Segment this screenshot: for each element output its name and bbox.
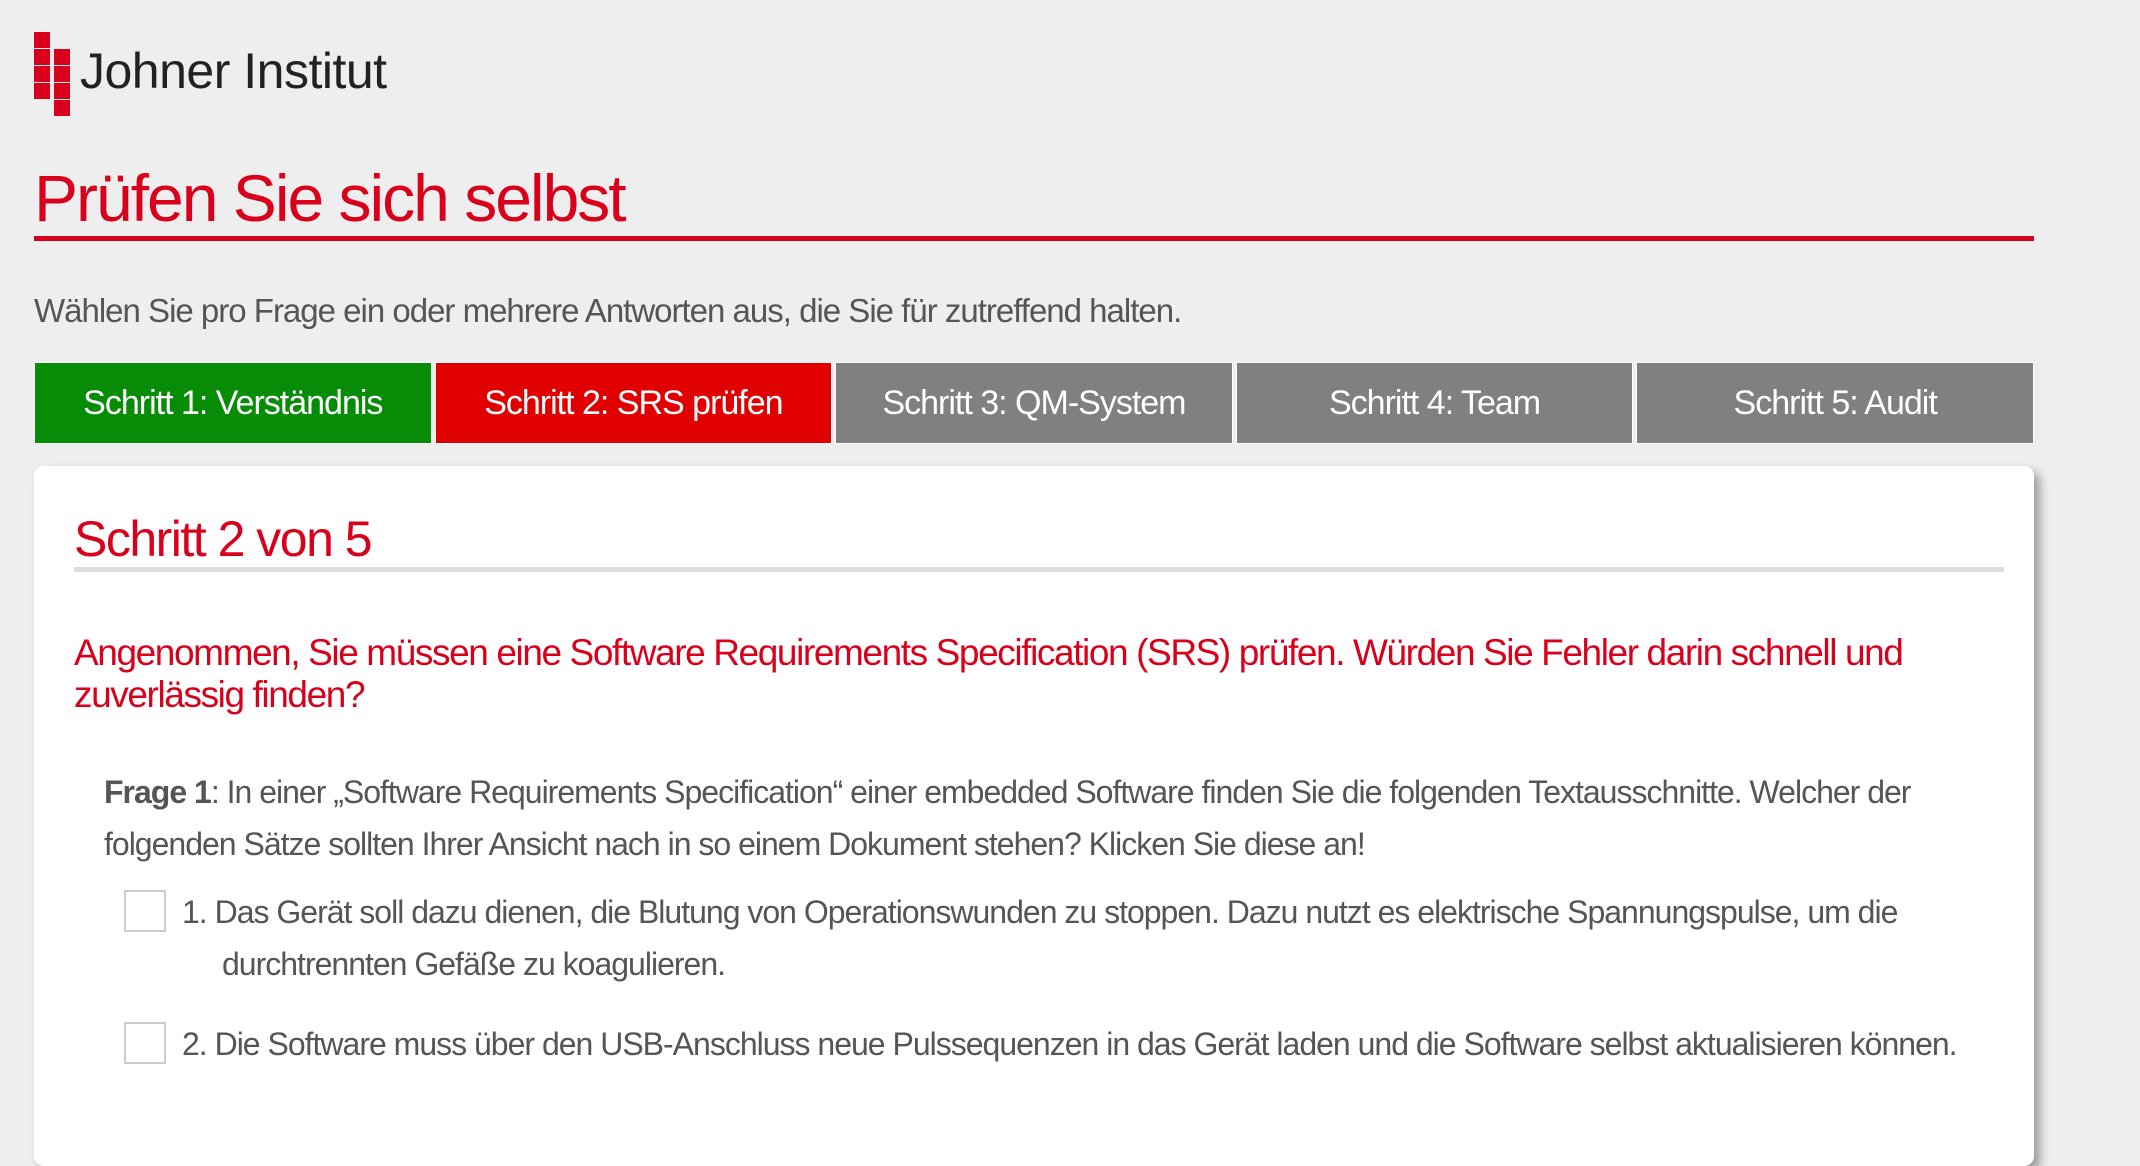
title-divider bbox=[34, 236, 2034, 241]
answer-option-2[interactable]: 2. Die Software muss über den USB-Anschl… bbox=[124, 1018, 2042, 1070]
step-tab-5[interactable]: Schritt 5: Audit bbox=[1636, 362, 2034, 444]
answer-option-1-checkbox[interactable] bbox=[124, 890, 166, 932]
step-tab-4[interactable]: Schritt 4: Team bbox=[1235, 362, 1634, 444]
question-1: Frage 1: In einer „Software Requirements… bbox=[104, 766, 2004, 870]
answer-option-1[interactable]: 1. Das Gerät soll dazu dienen, die Blutu… bbox=[124, 886, 2042, 990]
scenario-question: Angenommen, Sie müssen eine Software Req… bbox=[74, 632, 1904, 715]
question-1-text: : In einer „Software Requirements Specif… bbox=[104, 774, 1911, 862]
page-title: Prüfen Sie sich selbst bbox=[34, 161, 627, 235]
logo-mark-icon bbox=[34, 32, 74, 116]
step-navigation: Schritt 1: Verständnis Schritt 2: SRS pr… bbox=[34, 362, 2034, 444]
intro-text: Wählen Sie pro Frage ein oder mehrere An… bbox=[34, 292, 1182, 329]
step-heading: Schritt 2 von 5 bbox=[74, 511, 373, 567]
question-card: Schritt 2 von 5 Angenommen, Sie müssen e… bbox=[34, 466, 2034, 1166]
answer-option-2-text[interactable]: 2. Die Software muss über den USB-Anschl… bbox=[182, 1018, 2042, 1070]
step-tab-3[interactable]: Schritt 3: QM-System bbox=[835, 362, 1233, 444]
answer-option-2-checkbox[interactable] bbox=[124, 1022, 166, 1064]
johner-logo[interactable]: Johner Institut bbox=[34, 32, 387, 116]
answer-option-1-text[interactable]: 1. Das Gerät soll dazu dienen, die Blutu… bbox=[182, 886, 2042, 990]
logo-text: Johner Institut bbox=[80, 43, 387, 99]
question-1-label: Frage 1 bbox=[104, 774, 212, 810]
step-tab-2[interactable]: Schritt 2: SRS prüfen bbox=[434, 362, 833, 444]
step-tab-1[interactable]: Schritt 1: Verständnis bbox=[34, 362, 432, 444]
step-heading-divider bbox=[74, 567, 2004, 572]
